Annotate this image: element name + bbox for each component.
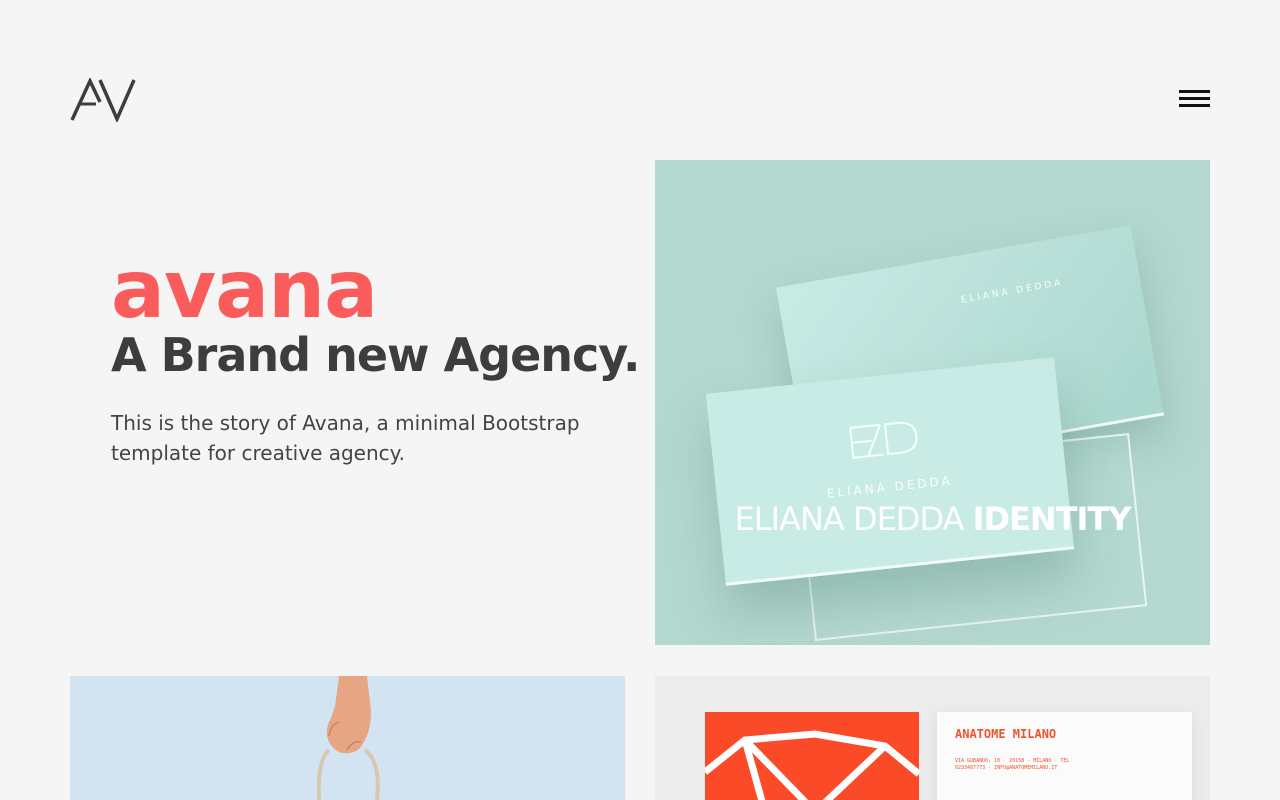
hero-intro: This is the story of Avana, a minimal Bo… [111, 411, 580, 465]
anatome-orange-card-image [702, 712, 922, 800]
card-print-text: ELIANA DEDDA [960, 277, 1065, 306]
menu-line [1179, 104, 1210, 107]
logo[interactable] [70, 78, 138, 122]
anatome-white-card-image [937, 712, 1192, 800]
portfolio-item-anatome[interactable]: ANATOME MILANO VIA GUBANDO, 10 · 20158 -… [655, 676, 1210, 800]
geometric-logo-icon [702, 730, 922, 800]
hero: avana A Brand new Agency. This is the st… [111, 243, 641, 468]
hamburger-menu-icon[interactable] [1176, 88, 1214, 110]
hand-illustration [317, 676, 380, 800]
hand-holding-bag-image [317, 676, 387, 800]
hero-headline: A Brand new Agency. [111, 328, 641, 382]
card-print-text: ELIANA DEDDA [826, 473, 954, 501]
menu-line [1179, 90, 1210, 93]
portfolio-item-identity[interactable]: ELIANA DEDDA ELIANA DEDDA ELIANA DEDDA E… [655, 160, 1210, 645]
av-logo-icon [70, 78, 136, 122]
portfolio-item-title: ELIANA DEDDA IDENTITY [655, 500, 1210, 538]
menu-line [1179, 97, 1210, 100]
portfolio-item-bag[interactable] [70, 676, 625, 800]
portfolio-title-light: ELIANA DEDDA [734, 500, 965, 538]
brand-name: avana [111, 243, 378, 336]
anatome-brand-name: ANATOME MILANO [955, 727, 1057, 741]
ed-monogram-icon [849, 421, 918, 459]
anatome-address: VIA GUBANDO, 10 · 20158 - MILANO · TEL 0… [955, 758, 1070, 771]
business-card-front-image: ELIANA DEDDA [705, 357, 1075, 586]
portfolio-title-bold: IDENTITY [972, 500, 1132, 538]
